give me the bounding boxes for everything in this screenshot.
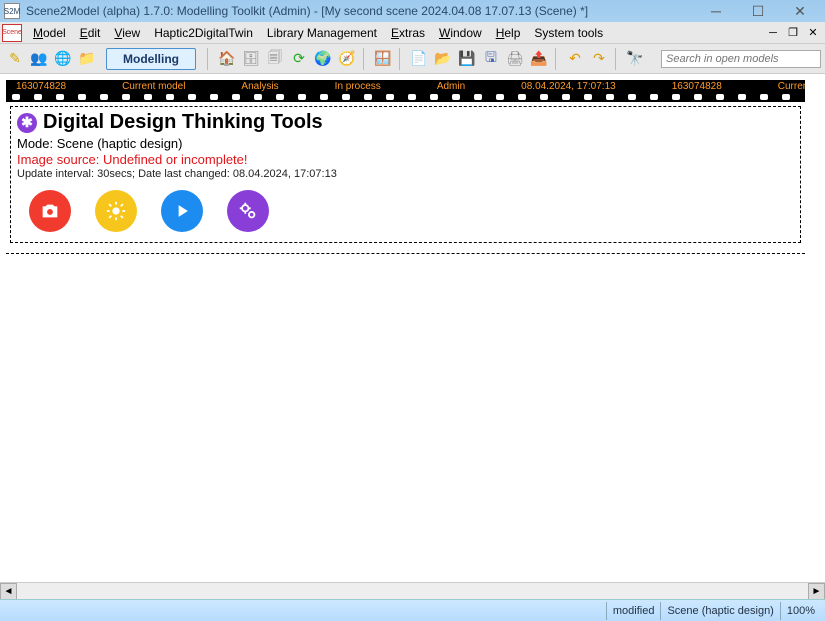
menu-edit[interactable]: Edit [73,24,108,42]
sun-icon [105,200,127,222]
edit-icon[interactable]: ✎ [4,48,26,70]
group-icon[interactable]: 👥 [28,48,50,70]
scroll-left-button[interactable]: ◄ [0,583,17,600]
menu-bar: Scene Model Edit View Haptic2DigitalTwin… [0,22,825,44]
minimize-button[interactable]: ─ [695,1,737,21]
toolbar: ✎ 👥 🌐 📁 Modelling 🏠 🗄 🗐 ⟳ 🌍 🧭 🪟 📄 📂 💾 🖫 … [0,44,825,74]
camera-tool-button[interactable] [29,190,71,232]
window-icon[interactable]: 🪟 [372,48,394,70]
close-button[interactable]: ✕ [779,1,821,21]
film-label: Current model [778,81,805,92]
mode-indicator: Modelling [106,48,196,70]
menu-window[interactable]: Window [432,24,489,42]
asterisk-icon: ✱ [17,113,37,133]
menu-haptic2digitaltwin[interactable]: Haptic2DigitalTwin [147,24,260,42]
new-file-icon[interactable]: 📄 [408,48,430,70]
menu-extras[interactable]: Extras [384,24,432,42]
app-icon: S2M [4,3,20,19]
compass-icon[interactable]: 🧭 [336,48,358,70]
refresh-green-icon[interactable]: ⟳ [288,48,310,70]
database-icon[interactable]: 🗄 [240,48,262,70]
scroll-right-button[interactable]: ► [808,583,825,600]
play-tool-button[interactable] [161,190,203,232]
film-label: 08.04.2024, 17:07:13 [521,81,616,92]
open-folder-icon[interactable]: 📂 [432,48,454,70]
film-label: 163074828 [672,81,722,92]
globe-small-icon[interactable]: 🌐 [52,48,74,70]
menu-view[interactable]: View [107,24,147,42]
window-title: Scene2Model (alpha) 1.7.0: Modelling Too… [26,4,695,18]
mdi-minimize-button[interactable]: ─ [764,25,782,41]
status-context: Scene (haptic design) [660,602,779,620]
status-zoom: 100% [780,602,821,620]
play-icon [172,201,192,221]
panel-mode-text: Mode: Scene (haptic design) [17,136,794,151]
mdi-close-button[interactable]: ✕ [804,25,822,41]
globe-icon[interactable]: 🌍 [312,48,334,70]
dashed-separator [6,253,805,254]
stack-icon[interactable]: 🗐 [264,48,286,70]
redo-icon[interactable]: ↷ [588,48,610,70]
save-icon[interactable]: 💾 [456,48,478,70]
menu-model[interactable]: Model [26,24,73,42]
film-label: Analysis [241,81,278,92]
film-label: Admin [437,81,465,92]
window-titlebar: S2M Scene2Model (alpha) 1.7.0: Modelling… [0,0,825,22]
mdi-restore-button[interactable]: ❐ [784,25,802,41]
print-icon[interactable]: 🖨 [504,48,526,70]
camera-icon [39,200,61,222]
film-label: 163074828 [16,81,66,92]
home-icon[interactable]: 🏠 [216,48,238,70]
save-all-icon[interactable]: 🖫 [480,48,502,70]
search-box[interactable] [661,50,821,68]
settings-tool-button[interactable] [227,190,269,232]
menu-help[interactable]: Help [489,24,528,42]
maximize-button[interactable]: ☐ [737,1,779,21]
menu-library-management[interactable]: Library Management [260,24,384,42]
sun-tool-button[interactable] [95,190,137,232]
film-label: Current model [122,81,185,92]
status-bar: modified Scene (haptic design) 100% [0,599,825,621]
status-modified: modified [606,602,661,620]
canvas[interactable]: ✱ Digital Design Thinking Tools Mode: Sc… [6,102,805,247]
horizontal-scrollbar[interactable]: ◄ ► [0,582,825,599]
scroll-track[interactable] [17,583,808,600]
film-label: In process [335,81,381,92]
tools-panel: ✱ Digital Design Thinking Tools Mode: Sc… [10,106,801,243]
menu-system-tools[interactable]: System tools [527,24,610,42]
export-icon[interactable]: 📤 [528,48,550,70]
app-small-icon: Scene [2,24,22,42]
search-input[interactable] [661,50,821,68]
gears-icon [237,200,259,222]
panel-title: Digital Design Thinking Tools [43,111,323,134]
folder-arrow-icon[interactable]: 📁 [76,48,98,70]
filmstrip-header: 163074828 Current model Analysis In proc… [6,80,805,102]
panel-warning-text: Image source: Undefined or incomplete! [17,152,794,167]
undo-icon[interactable]: ↶ [564,48,586,70]
panel-meta-text: Update interval: 30secs; Date last chang… [17,168,794,180]
binoculars-icon[interactable]: 🔭 [624,48,646,70]
work-area: 163074828 Current model Analysis In proc… [0,74,825,582]
